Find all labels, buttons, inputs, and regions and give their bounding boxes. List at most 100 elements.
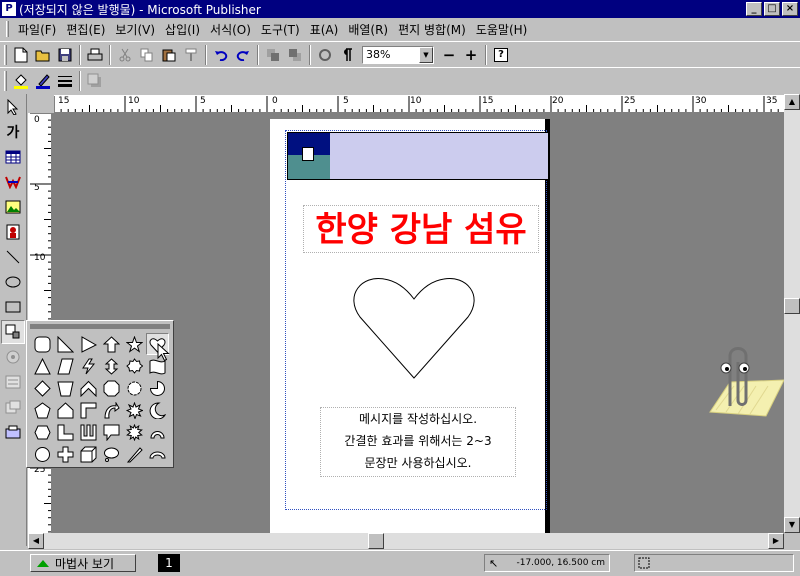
- pointer-tool-button[interactable]: [1, 95, 25, 119]
- shape-pie[interactable]: [146, 377, 169, 399]
- line-tool-button[interactable]: [1, 245, 25, 269]
- cut-button[interactable]: [114, 44, 136, 66]
- shape-diamond[interactable]: [31, 377, 54, 399]
- shape-cube[interactable]: [77, 443, 100, 465]
- table-frame-tool-button[interactable]: [1, 145, 25, 169]
- format-painter-button[interactable]: [180, 44, 202, 66]
- help-button[interactable]: ?: [490, 44, 512, 66]
- scroll-left-arrow-icon[interactable]: ◀: [28, 533, 44, 549]
- save-button[interactable]: [54, 44, 76, 66]
- picture-frame-tool-button[interactable]: [1, 195, 25, 219]
- zoom-combobox[interactable]: 38% ▼: [362, 45, 434, 64]
- shape-flag-triangle[interactable]: [77, 333, 100, 355]
- maximize-button[interactable]: □: [764, 2, 780, 16]
- insert-object-button[interactable]: [1, 420, 25, 444]
- open-button[interactable]: [32, 44, 54, 66]
- shape-up-arrow[interactable]: [100, 333, 123, 355]
- heart-shape[interactable]: [352, 277, 476, 379]
- wordart-tool-button[interactable]: [1, 170, 25, 194]
- shape-parallelogram[interactable]: [54, 355, 77, 377]
- text-frame-tool-button[interactable]: 가: [1, 120, 25, 144]
- zoom-in-button[interactable]: +: [460, 44, 482, 66]
- message-text-frame[interactable]: 메시지를 작성하십시오. 간결한 효과를 위해서는 2~3 문장만 사용하십시오…: [320, 407, 516, 477]
- shape-right-triangle[interactable]: [54, 333, 77, 355]
- shape-arc[interactable]: [146, 421, 169, 443]
- vertical-scroll-thumb[interactable]: [784, 298, 800, 314]
- paste-button[interactable]: [158, 44, 180, 66]
- shape-curved-arrow[interactable]: [100, 399, 123, 421]
- shape-chevron[interactable]: [77, 377, 100, 399]
- horizontal-scroll-thumb[interactable]: [368, 533, 384, 549]
- shape-block-arc[interactable]: [146, 443, 169, 465]
- html-code-button[interactable]: [1, 395, 25, 419]
- shape-explosion[interactable]: [123, 399, 146, 421]
- redo-button[interactable]: [232, 44, 254, 66]
- shape-double-arrow[interactable]: [100, 355, 123, 377]
- shape-corner[interactable]: [77, 399, 100, 421]
- menu-file[interactable]: 파일(F): [13, 21, 61, 38]
- menu-arrange[interactable]: 배열(R): [343, 21, 393, 38]
- undo-button[interactable]: [210, 44, 232, 66]
- heading-wordart[interactable]: 한양 강남 섬유: [303, 205, 539, 253]
- publisher-app-icon[interactable]: P: [2, 2, 16, 16]
- shape-hexagon[interactable]: [31, 421, 54, 443]
- shape-scallop[interactable]: [123, 377, 146, 399]
- zoom-out-button[interactable]: −: [438, 44, 460, 66]
- line-color-button[interactable]: [32, 70, 54, 92]
- vertical-scrollbar[interactable]: ▲ ▼: [784, 94, 800, 533]
- clip-gallery-tool-button[interactable]: [1, 220, 25, 244]
- rotate-button[interactable]: [314, 44, 336, 66]
- office-assistant-clippy[interactable]: [700, 342, 786, 422]
- fill-color-button[interactable]: [10, 70, 32, 92]
- close-button[interactable]: ×: [782, 2, 798, 16]
- header-frame[interactable]: [287, 132, 549, 180]
- shape-trapezoid[interactable]: [54, 377, 77, 399]
- print-button[interactable]: [84, 44, 106, 66]
- scroll-up-arrow-icon[interactable]: ▲: [784, 94, 800, 110]
- shape-triangle[interactable]: [31, 355, 54, 377]
- bring-to-front-button[interactable]: [262, 44, 284, 66]
- oval-tool-button[interactable]: [1, 270, 25, 294]
- new-document-button[interactable]: [10, 44, 32, 66]
- menu-format[interactable]: 서식(O): [205, 21, 256, 38]
- minimize-button[interactable]: _: [746, 2, 762, 16]
- copy-button[interactable]: [136, 44, 158, 66]
- shape-moon[interactable]: [146, 399, 169, 421]
- custom-shapes-tool-button[interactable]: [1, 320, 25, 344]
- rectangle-tool-button[interactable]: [1, 295, 25, 319]
- menu-bar-grip[interactable]: [6, 21, 9, 37]
- shadow-button[interactable]: [84, 70, 106, 92]
- shape-rounded-rectangle[interactable]: [31, 333, 54, 355]
- show-wizard-button[interactable]: 마법사 보기: [30, 554, 136, 572]
- menu-view[interactable]: 보기(V): [110, 21, 160, 38]
- shape-cross[interactable]: [54, 443, 77, 465]
- toolbar-grip[interactable]: [4, 44, 7, 65]
- design-gallery-button[interactable]: [1, 345, 25, 369]
- shape-burst[interactable]: [123, 421, 146, 443]
- horizontal-ruler[interactable]: 15 10 5 0 5 10 15 20 25 30 35: [54, 95, 784, 113]
- menu-edit[interactable]: 편집(E): [61, 21, 110, 38]
- shape-slash[interactable]: [123, 443, 146, 465]
- scroll-right-arrow-icon[interactable]: ▶: [768, 533, 784, 549]
- page-indicator[interactable]: 1: [158, 554, 180, 572]
- menu-help[interactable]: 도움말(H): [471, 21, 533, 38]
- line-border-style-button[interactable]: [54, 70, 76, 92]
- shape-speech-bubble[interactable]: [100, 421, 123, 443]
- shape-lightning[interactable]: [77, 355, 100, 377]
- show-special-characters-button[interactable]: [336, 44, 358, 66]
- shape-octagon[interactable]: [100, 377, 123, 399]
- header-logo-icon[interactable]: [288, 133, 330, 179]
- toolbar2-grip[interactable]: [4, 70, 7, 91]
- horizontal-scrollbar[interactable]: ◀ ▶: [28, 533, 784, 549]
- scroll-down-arrow-icon[interactable]: ▼: [784, 517, 800, 533]
- publication-page[interactable]: 한양 강남 섬유 메시지를 작성하십시오. 간결한 효과를 위해서는 2~3 문…: [270, 119, 550, 533]
- menu-insert[interactable]: 삽입(I): [160, 21, 205, 38]
- palette-drag-bar[interactable]: [30, 324, 170, 329]
- shape-cloud-callout[interactable]: [100, 443, 123, 465]
- shape-house[interactable]: [54, 399, 77, 421]
- menu-tools[interactable]: 도구(T): [256, 21, 305, 38]
- shape-seal[interactable]: [123, 355, 146, 377]
- shape-pentagon[interactable]: [31, 399, 54, 421]
- zoom-dropdown-arrow-icon[interactable]: ▼: [419, 46, 433, 63]
- shape-star[interactable]: [123, 333, 146, 355]
